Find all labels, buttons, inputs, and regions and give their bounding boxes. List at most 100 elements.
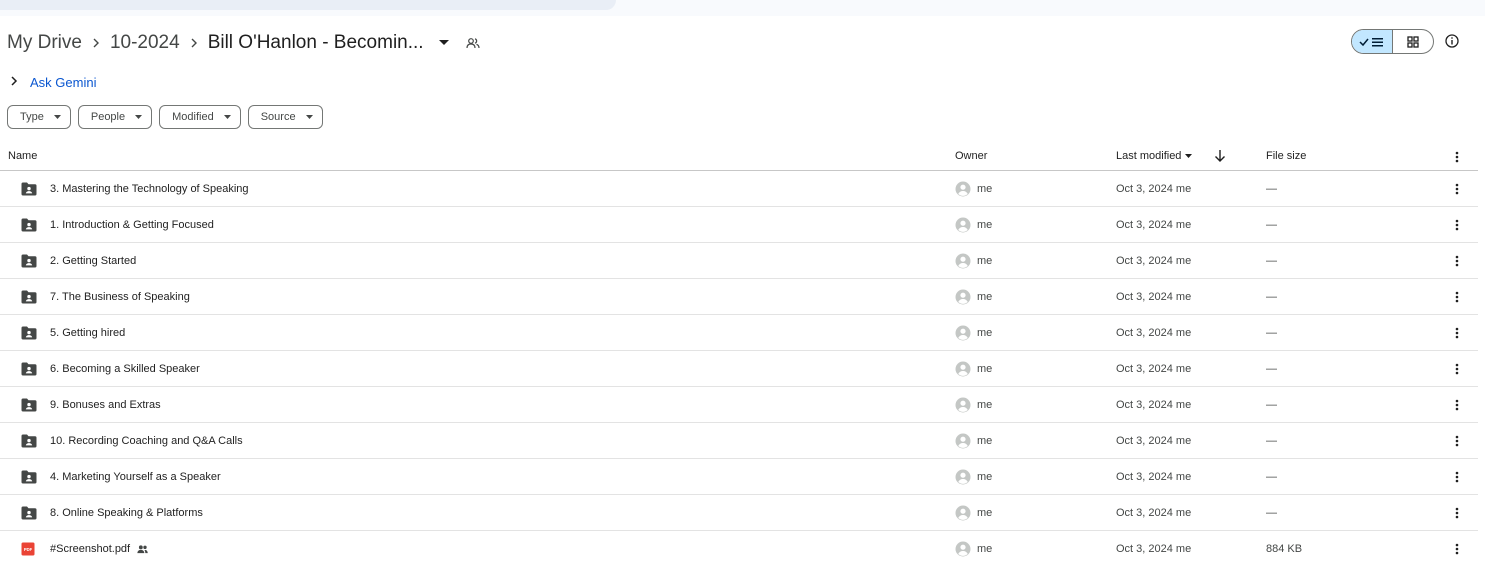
file-row[interactable]: 3. Mastering the Technology of Speaking … [0,171,1478,207]
file-name: 5. Getting hired [50,327,126,339]
shared-folder-icon [21,423,37,459]
more-actions-icon[interactable] [1451,459,1463,495]
file-size: — [1266,327,1277,339]
default-avatar-icon [955,217,971,233]
file-row[interactable]: 2. Getting Started me Oct 3, 2024 me — [0,243,1478,279]
owner-name: me [977,543,993,555]
file-row[interactable]: 8. Online Speaking & Platforms me Oct 3,… [0,495,1478,531]
shared-folder-icon [21,243,37,279]
ask-gemini-toggle[interactable]: Ask Gemini [10,73,96,91]
owner-name: me [977,471,993,483]
breadcrumb-10-2024[interactable]: 10-2024 [110,32,180,54]
breadcrumb: My Drive 10-2024 Bill O'Hanlon - Becomin… [7,26,1485,60]
default-avatar-icon [955,541,971,557]
shared-folder-icon [21,279,37,315]
more-actions-icon[interactable] [1451,279,1463,315]
more-actions-icon[interactable] [1451,243,1463,279]
last-modified: Oct 3, 2024 me [1116,219,1192,231]
dropdown-arrow-icon [135,115,143,119]
column-options-more-icon[interactable] [1453,150,1461,167]
filter-people-chip[interactable]: People [77,105,153,129]
grid-view-button[interactable] [1393,30,1433,53]
shared-people-icon[interactable] [465,37,480,49]
owner-name: me [977,255,993,267]
owner-name: me [977,399,993,411]
owner-name: me [977,183,993,195]
column-header-last-modified[interactable]: Last modified [1116,150,1193,162]
shared-folder-icon [21,171,37,207]
grid-icon [1407,35,1419,48]
file-row[interactable]: 4. Marketing Yourself as a Speaker me Oc… [0,459,1478,495]
file-row[interactable]: 9. Bonuses and Extras me Oct 3, 2024 me … [0,387,1478,423]
shared-folder-icon [21,387,37,423]
more-actions-icon[interactable] [1451,207,1463,243]
file-name: 10. Recording Coaching and Q&A Calls [50,435,243,447]
shared-folder-icon [21,459,37,495]
last-modified: Oct 3, 2024 me [1116,327,1192,339]
dropdown-arrow-icon [53,115,61,119]
list-view-button[interactable] [1352,30,1393,53]
shared-folder-icon [21,207,37,243]
last-modified: Oct 3, 2024 me [1116,291,1192,303]
column-header-file-size[interactable]: File size [1266,150,1306,162]
checked-list-icon [1359,37,1383,46]
default-avatar-icon [955,361,971,377]
breadcrumb-current-folder[interactable]: Bill O'Hanlon - Becomin... [208,32,424,54]
search-bar-edge [0,0,616,10]
file-name: 2. Getting Started [50,255,137,267]
filter-type-chip[interactable]: Type [7,105,71,129]
top-strip [0,0,1485,16]
file-name: 7. The Business of Speaking [50,291,190,303]
default-avatar-icon [955,325,971,341]
file-row[interactable]: 5. Getting hired me Oct 3, 2024 me — [0,315,1478,351]
default-avatar-icon [955,253,971,269]
shared-folder-icon [21,315,37,351]
last-modified: Oct 3, 2024 me [1116,399,1192,411]
pdf-icon: PDF [21,531,35,567]
table-header: Name Owner Last modified File size [0,144,1478,171]
last-modified: Oct 3, 2024 me [1116,543,1192,555]
filter-modified-chip[interactable]: Modified [159,105,241,129]
owner-name: me [977,219,993,231]
sort-direction-arrow-down-icon[interactable] [1214,149,1226,166]
filter-chips: Type People Modified Source [7,105,323,129]
file-name: #Screenshot.pdf [50,543,131,555]
more-actions-icon[interactable] [1451,423,1463,459]
shared-people-icon [136,544,149,554]
more-actions-icon[interactable] [1451,495,1463,531]
file-row[interactable]: 7. The Business of Speaking me Oct 3, 20… [0,279,1478,315]
file-size: — [1266,363,1277,375]
chevron-right-icon [82,38,110,48]
breadcrumb-my-drive[interactable]: My Drive [7,32,82,54]
file-row[interactable]: 1. Introduction & Getting Focused me Oct… [0,207,1478,243]
file-row[interactable]: 10. Recording Coaching and Q&A Calls me … [0,423,1478,459]
file-size: — [1266,435,1277,447]
dropdown-arrow-icon [1185,154,1193,158]
default-avatar-icon [955,505,971,521]
owner-name: me [977,291,993,303]
folder-menu-caret-icon[interactable] [436,35,452,51]
more-actions-icon[interactable] [1451,171,1463,207]
chevron-right-icon [180,38,208,48]
more-actions-icon[interactable] [1451,315,1463,351]
column-header-name[interactable]: Name [8,150,37,162]
more-actions-icon[interactable] [1451,387,1463,423]
file-row[interactable]: PDF #Screenshot.pdf me Oct 3, 2024 me 88… [0,531,1478,567]
more-actions-icon[interactable] [1451,531,1463,567]
file-row[interactable]: 6. Becoming a Skilled Speaker me Oct 3, … [0,351,1478,387]
default-avatar-icon [955,469,971,485]
default-avatar-icon [955,433,971,449]
file-name: 1. Introduction & Getting Focused [50,219,214,231]
more-actions-icon[interactable] [1451,351,1463,387]
dropdown-arrow-icon [223,115,231,119]
column-header-owner[interactable]: Owner [955,150,987,162]
file-name: 6. Becoming a Skilled Speaker [50,363,200,375]
info-icon[interactable] [1444,33,1460,49]
file-size: — [1266,399,1277,411]
file-size: — [1266,291,1277,303]
default-avatar-icon [955,289,971,305]
dropdown-arrow-icon [305,115,313,119]
last-modified: Oct 3, 2024 me [1116,471,1192,483]
filter-source-chip[interactable]: Source [247,105,323,129]
view-toggle [1351,29,1434,54]
